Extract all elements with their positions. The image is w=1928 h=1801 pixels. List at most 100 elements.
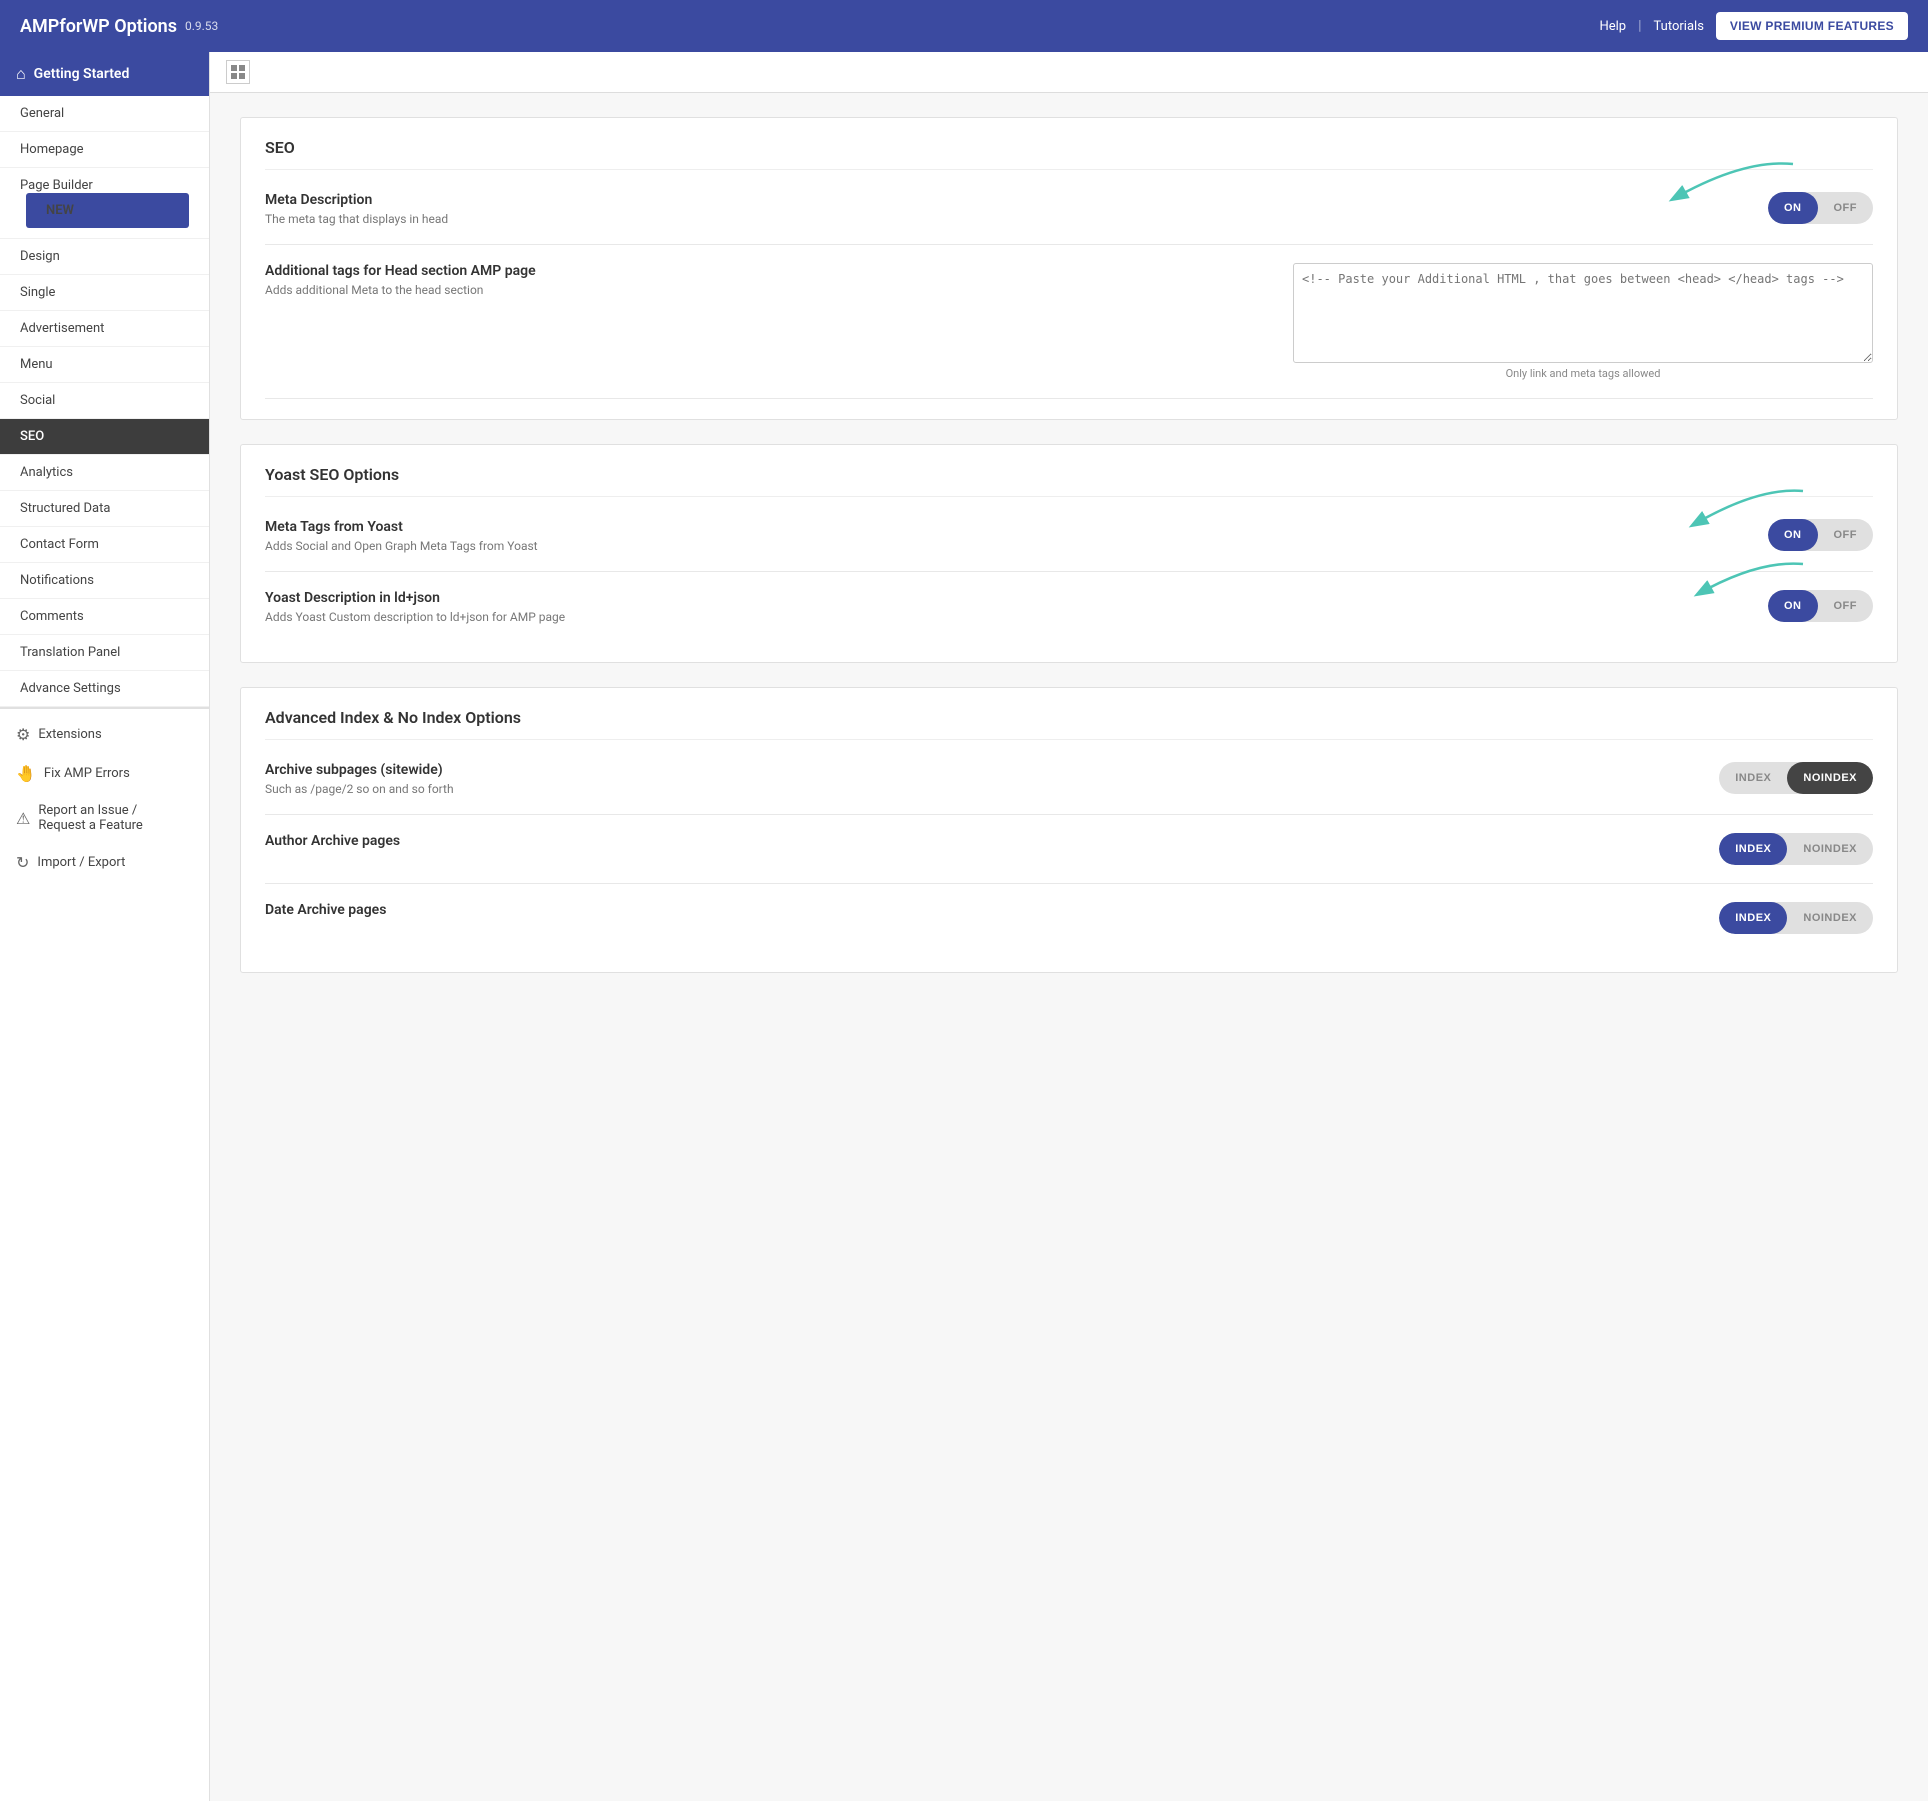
header-left: AMPforWP Options 0.9.53 [20,16,218,37]
archive-subpages-desc: Such as /page/2 so on and so forth [265,782,454,796]
yoast-section: Yoast SEO Options Meta Tags from Yoast A… [240,444,1898,663]
date-archive-control: INDEX NOINDEX [1719,902,1873,934]
main-content: SEO Meta Description The meta tag that d… [210,52,1928,1801]
yoast-description-desc: Adds Yoast Custom description to ld+json… [265,610,565,624]
additional-tags-hint: Only link and meta tags allowed [1293,367,1873,380]
import-export-label: Import / Export [37,855,125,870]
date-archive-row: Date Archive pages INDEX NOINDEX [265,884,1873,952]
meta-description-control: ON OFF [1768,192,1873,224]
meta-tags-yoast-row: Meta Tags from Yoast Adds Social and Ope… [265,501,1873,572]
report-line1: Report an Issue / [38,803,142,818]
header-divider: | [1638,18,1641,34]
home-icon: ⌂ [16,64,26,84]
sidebar-item-contact-form[interactable]: Contact Form [0,527,209,563]
refresh-icon: ↻ [16,853,29,872]
author-archive-label: Author Archive pages [265,833,400,849]
yoast-description-row: Yoast Description in ld+json Adds Yoast … [265,572,1873,642]
sidebar-item-report[interactable]: ⚠ Report an Issue / Request a Feature [0,793,209,843]
archive-subpages-control: INDEX NOINDEX [1719,762,1873,794]
additional-tags-desc: Adds additional Meta to the head section [265,283,536,297]
sidebar-item-comments[interactable]: Comments [0,599,209,635]
meta-tags-yoast-desc: Adds Social and Open Graph Meta Tags fro… [265,539,538,553]
archive-subpages-label-group: Archive subpages (sitewide) Such as /pag… [265,762,454,796]
author-noindex-btn[interactable]: NOINDEX [1787,833,1873,865]
date-archive-label: Date Archive pages [265,902,386,918]
sidebar-extensions-section: ⚙ Extensions 🤚 Fix AMP Errors ⚠ Report a… [0,707,209,888]
sidebar-item-fix-amp[interactable]: 🤚 Fix AMP Errors [0,754,209,793]
sidebar-item-advertisement[interactable]: Advertisement [0,311,209,347]
date-index-btn[interactable]: INDEX [1719,902,1787,934]
author-archive-row: Author Archive pages INDEX NOINDEX [265,815,1873,884]
sidebar-item-seo[interactable]: SEO [0,419,209,455]
date-noindex-btn[interactable]: NOINDEX [1787,902,1873,934]
meta-description-off-btn[interactable]: OFF [1818,192,1874,224]
yoast-description-control: ON OFF [1768,590,1873,622]
archive-noindex-btn[interactable]: NOINDEX [1787,762,1873,794]
sidebar-item-general[interactable]: General [0,96,209,132]
date-archive-label-group: Date Archive pages [265,902,386,922]
archive-subpages-toggle[interactable]: INDEX NOINDEX [1719,762,1873,794]
meta-description-on-btn[interactable]: ON [1768,192,1818,224]
sidebar-item-design[interactable]: Design [0,239,209,275]
date-archive-toggle[interactable]: INDEX NOINDEX [1719,902,1873,934]
archive-subpages-label: Archive subpages (sitewide) [265,762,454,778]
additional-tags-textarea[interactable] [1293,263,1873,363]
archive-index-btn[interactable]: INDEX [1719,762,1787,794]
sidebar-item-notifications[interactable]: Notifications [0,563,209,599]
new-badge: NEW [26,193,189,228]
sidebar-item-page-builder[interactable]: Page Builder NEW [0,168,209,239]
warning-icon: ⚠ [16,809,30,828]
meta-description-label: Meta Description [265,192,448,208]
meta-tags-yoast-toggle[interactable]: ON OFF [1768,519,1873,551]
main-layout: ⌂ Getting Started General Homepage Page … [0,52,1928,1801]
sidebar-item-getting-started[interactable]: ⌂ Getting Started [0,52,209,96]
advanced-index-title: Advanced Index & No Index Options [265,708,1873,740]
yoast-title: Yoast SEO Options [265,465,1873,497]
hand-icon: 🤚 [16,764,36,783]
author-archive-toggle[interactable]: INDEX NOINDEX [1719,833,1873,865]
archive-subpages-row: Archive subpages (sitewide) Such as /pag… [265,744,1873,815]
meta-tags-yoast-off-btn[interactable]: OFF [1818,519,1874,551]
sidebar-item-analytics[interactable]: Analytics [0,455,209,491]
sidebar-item-menu[interactable]: Menu [0,347,209,383]
content-body: SEO Meta Description The meta tag that d… [210,93,1928,1021]
fix-amp-label: Fix AMP Errors [44,766,130,781]
meta-description-toggle[interactable]: ON OFF [1768,192,1873,224]
additional-tags-label: Additional tags for Head section AMP pag… [265,263,536,279]
author-archive-label-group: Author Archive pages [265,833,400,853]
report-label-group: Report an Issue / Request a Feature [38,803,142,833]
grid-view-icon[interactable] [226,60,250,84]
tutorials-link[interactable]: Tutorials [1654,19,1704,34]
help-link[interactable]: Help [1599,19,1626,34]
meta-tags-yoast-on-btn[interactable]: ON [1768,519,1818,551]
sidebar-item-social[interactable]: Social [0,383,209,419]
premium-button[interactable]: VIEW PREMIUM FEATURES [1716,12,1908,40]
yoast-description-label: Yoast Description in ld+json [265,590,565,606]
meta-description-label-group: Meta Description The meta tag that displ… [265,192,448,226]
yoast-description-off-btn[interactable]: OFF [1818,590,1874,622]
sidebar-nav: General Homepage Page Builder NEW Design… [0,96,209,707]
sidebar: ⌂ Getting Started General Homepage Page … [0,52,210,1801]
sidebar-item-extensions[interactable]: ⚙ Extensions [0,715,209,754]
header-title: AMPforWP Options [20,16,177,37]
sidebar-item-translation-panel[interactable]: Translation Panel [0,635,209,671]
meta-description-desc: The meta tag that displays in head [265,212,448,226]
meta-tags-yoast-label-group: Meta Tags from Yoast Adds Social and Ope… [265,519,538,553]
additional-tags-row: Additional tags for Head section AMP pag… [265,245,1873,399]
sidebar-item-single[interactable]: Single [0,275,209,311]
sidebar-item-import-export[interactable]: ↻ Import / Export [0,843,209,882]
meta-tags-yoast-label: Meta Tags from Yoast [265,519,538,535]
content-toolbar [210,52,1928,93]
meta-tags-yoast-control: ON OFF [1768,519,1873,551]
getting-started-label: Getting Started [34,66,130,82]
header-version: 0.9.53 [185,19,218,33]
yoast-description-on-btn[interactable]: ON [1768,590,1818,622]
author-archive-control: INDEX NOINDEX [1719,833,1873,865]
yoast-description-toggle[interactable]: ON OFF [1768,590,1873,622]
sidebar-item-advance-settings[interactable]: Advance Settings [0,671,209,707]
sidebar-item-structured-data[interactable]: Structured Data [0,491,209,527]
sidebar-item-homepage[interactable]: Homepage [0,132,209,168]
additional-tags-control: Only link and meta tags allowed [1293,263,1873,380]
gear-icon: ⚙ [16,725,30,744]
author-index-btn[interactable]: INDEX [1719,833,1787,865]
